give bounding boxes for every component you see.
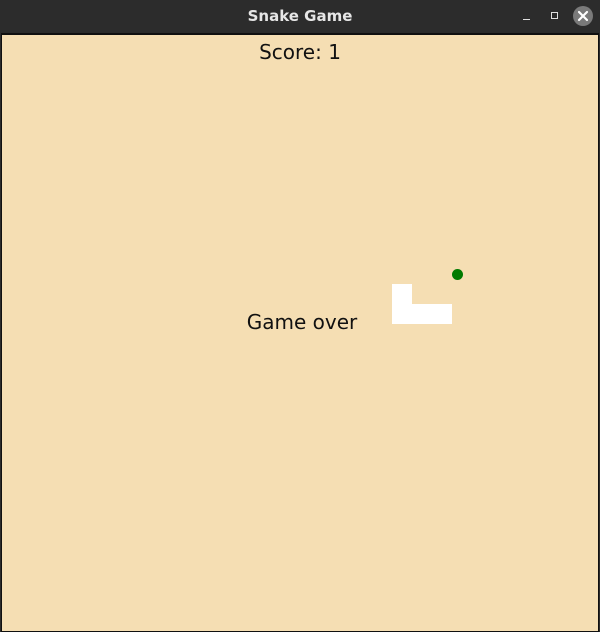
window-title: Snake Game [247,7,353,25]
food-dot [452,269,463,280]
title-bar[interactable]: Snake Game [0,0,600,32]
maximize-icon[interactable] [546,7,564,25]
minimize-icon[interactable] [518,7,536,25]
close-icon[interactable] [573,6,593,26]
snake-segment [412,304,432,324]
app-window: Snake Game Score: 1 Game over [0,0,600,632]
score-label: Score: 1 [259,40,341,64]
snake-segment [392,304,412,324]
snake-segment [392,284,412,304]
game-over-message: Game over [246,310,358,334]
snake-segment [432,304,452,324]
game-canvas[interactable]: Score: 1 Game over [1,33,599,632]
